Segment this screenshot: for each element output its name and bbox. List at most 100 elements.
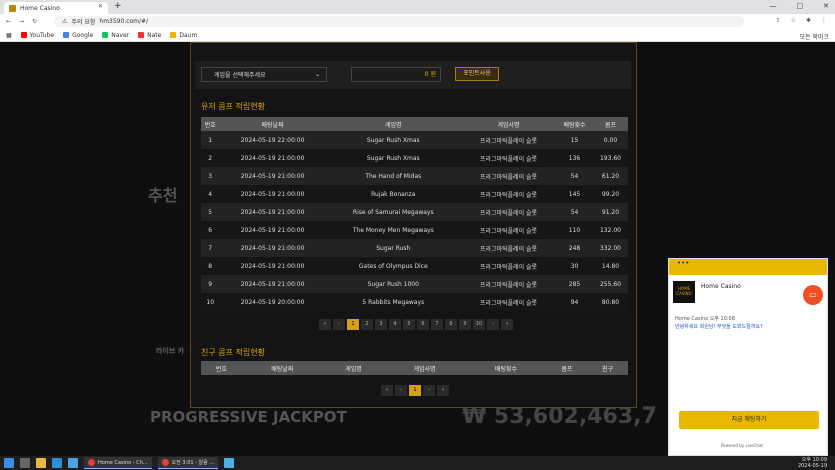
bookmark-naver[interactable]: Naver xyxy=(102,32,129,39)
apps-icon[interactable]: ▦ xyxy=(6,32,12,39)
table-cell: 2024-05-19 21:00:00 xyxy=(219,221,326,239)
table-cell: 프라그마틱플레이 슬롯 xyxy=(460,257,557,275)
nate-icon xyxy=(138,32,145,38)
edge-icon[interactable] xyxy=(52,458,62,468)
url-text: hm3590.com/#/ xyxy=(99,18,149,25)
file-explorer-icon[interactable] xyxy=(36,458,46,468)
table-cell: 5 Rabbits Megaways xyxy=(325,293,461,311)
page-button[interactable]: 6 xyxy=(417,319,429,330)
table-cell: Rujak Bonanza xyxy=(325,185,461,203)
taskbar-alarm-task[interactable]: 오전 3:01 - 알람 ... xyxy=(157,457,219,469)
warning-icon: ⚠ xyxy=(62,18,68,25)
share-icon[interactable]: ⇪ xyxy=(776,17,781,24)
table-cell: 2024-05-19 21:00:00 xyxy=(219,257,326,275)
page-button[interactable]: 10 xyxy=(473,319,485,330)
use-points-button[interactable]: 포인트사용 xyxy=(455,67,499,81)
chat-time-line: Home Casino 오후 10:08 xyxy=(675,316,735,322)
all-bookmarks[interactable]: 모든 북마크 xyxy=(799,32,829,41)
task-view-icon[interactable] xyxy=(20,458,30,468)
menu-icon[interactable]: ⋮ xyxy=(821,17,827,24)
table-row: 6 2024-05-19 21:00:00 The Money Men Megawa… xyxy=(201,221,628,239)
table-cell: 2024-05-19 20:00:00 xyxy=(219,293,326,311)
bird-app-icon[interactable] xyxy=(224,458,235,468)
table-cell: Sugar Rush Xmas xyxy=(325,149,461,167)
bookmarks-bar: ▦ YouTube Google Naver Nate Daum 모든 북마크 xyxy=(0,29,835,42)
table-cell: 3 xyxy=(201,167,220,185)
page-button[interactable]: › xyxy=(423,385,435,396)
column-header: 번호 xyxy=(201,117,220,131)
page-button[interactable]: 8 xyxy=(445,319,457,330)
page-button[interactable]: « xyxy=(381,385,393,396)
table-cell: 110 xyxy=(556,221,593,239)
table-cell: Gates of Olympus Dice xyxy=(325,257,461,275)
chat-header[interactable]: ••• xyxy=(669,259,827,275)
bookmark-google[interactable]: Google xyxy=(63,32,93,39)
minimize-icon[interactable]: — xyxy=(770,2,777,10)
browser-tab[interactable]: Home Casino ✕ xyxy=(4,2,108,14)
game-select[interactable]: 게임을 선택해주세요 ⌄ xyxy=(201,67,327,82)
close-tab-icon[interactable]: ✕ xyxy=(98,3,103,10)
reload-icon[interactable]: ↻ xyxy=(32,18,37,25)
table-cell: 9 xyxy=(201,275,220,293)
table-cell: 프라그마틱플레이 슬롯 xyxy=(460,221,557,239)
table-cell: 프라그마틱플레이 슬롯 xyxy=(460,149,557,167)
back-icon[interactable]: ← xyxy=(6,18,11,25)
table-cell: 프라그마틱플레이 슬롯 xyxy=(460,275,557,293)
star-icon[interactable]: ☆ xyxy=(791,17,796,24)
system-clock[interactable]: 오후 10:09 2024-05-19 xyxy=(798,457,827,469)
forward-icon[interactable]: → xyxy=(19,18,24,25)
page-button[interactable]: 4 xyxy=(389,319,401,330)
page-button[interactable]: 7 xyxy=(431,319,443,330)
maximize-icon[interactable]: □ xyxy=(797,2,804,10)
table-cell: 10 xyxy=(201,293,220,311)
page-button[interactable]: 1 xyxy=(409,385,421,396)
page-button[interactable]: ‹ xyxy=(395,385,407,396)
page-button[interactable]: ‹ xyxy=(333,319,345,330)
page-button[interactable]: 2 xyxy=(361,319,373,330)
naver-icon xyxy=(102,32,109,38)
comp-modal: 게임을 선택해주세요 ⌄ 0 원 포인트사용 유저 콤프 적립현황 번호 배팅날짜 게… xyxy=(190,42,637,408)
chat-bubble-icon[interactable]: ▭ xyxy=(803,285,823,305)
table-cell: Rise of Samurai Megaways xyxy=(325,203,461,221)
table-header: 번호 배팅날짜 게임명 게임사명 배팅횟수 콤프 xyxy=(201,117,628,131)
taskbar-chrome-task[interactable]: Home Casino - Ch... xyxy=(84,457,152,469)
page-button[interactable]: 1 xyxy=(347,319,359,330)
start-chat-button[interactable]: 지금 채팅하기 xyxy=(679,411,819,429)
bookmark-daum[interactable]: Daum xyxy=(170,32,197,39)
bg-recommend-text: 추천 xyxy=(148,186,178,205)
column-header: 게임명 xyxy=(325,117,461,131)
extensions-icon[interactable]: ✱ xyxy=(806,17,811,24)
page-button[interactable]: » xyxy=(437,385,449,396)
table-cell: 30 xyxy=(556,257,593,275)
url-field[interactable]: ⚠ 주의 요함 hm3590.com/#/ xyxy=(54,16,744,27)
table-cell: 2024-05-19 21:00:00 xyxy=(219,149,326,167)
page-button[interactable]: « xyxy=(319,319,331,330)
windows-start-icon[interactable] xyxy=(4,458,14,468)
close-window-icon[interactable]: ✕ xyxy=(823,2,829,10)
table-cell: 15 xyxy=(556,131,593,149)
page-button[interactable]: 9 xyxy=(459,319,471,330)
table-cell: 프라그마틱플레이 슬롯 xyxy=(460,131,557,149)
table-cell: Sugar Rush 1000 xyxy=(325,275,461,293)
page-button[interactable]: 5 xyxy=(403,319,415,330)
page-button[interactable]: » xyxy=(501,319,513,330)
column-header: 콤프 xyxy=(546,361,588,375)
table-cell: 4 xyxy=(201,185,220,203)
point-amount-field[interactable]: 0 원 xyxy=(351,67,441,82)
table-cell: 99.20 xyxy=(592,185,628,203)
table-cell: 8 xyxy=(201,257,220,275)
new-tab-icon[interactable]: + xyxy=(114,1,122,11)
friend-comp-table: 번호 배팅날짜 게임명 게임사명 배팅횟수 콤프 친구 xyxy=(201,361,628,375)
ie-icon[interactable] xyxy=(68,458,78,468)
column-header: 콤프 xyxy=(592,117,628,131)
page-button[interactable]: 3 xyxy=(375,319,387,330)
bookmark-nate[interactable]: Nate xyxy=(138,32,161,39)
friend-comp-pagination: «‹ 1 ›» xyxy=(381,385,449,396)
column-header: 친구 xyxy=(587,361,628,375)
daum-icon xyxy=(170,32,177,38)
table-cell: 2 xyxy=(201,149,220,167)
youtube-icon xyxy=(20,32,27,38)
bookmark-youtube[interactable]: YouTube xyxy=(20,32,54,39)
page-button[interactable]: › xyxy=(487,319,499,330)
powered-by-text: Powered by LiveChat xyxy=(721,443,763,448)
